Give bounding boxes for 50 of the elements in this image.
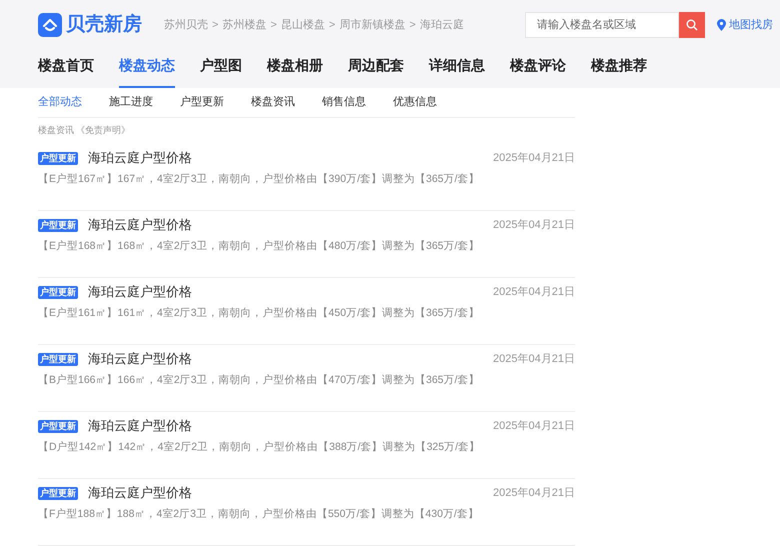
house-logo-icon xyxy=(38,13,62,37)
news-description: 【E户型161㎡】161㎡，4室2厅3卫，南朝向，户型价格由【450万/套】调整为【365万/套】 xyxy=(38,306,480,321)
nav-tab[interactable]: 楼盘动态 xyxy=(119,50,175,88)
news-description: 【F户型188㎡】188㎡，4室2厅3卫，南朝向，户型价格由【550万/套】调整为【430万/套】 xyxy=(38,507,480,522)
location-pin-icon xyxy=(717,19,726,31)
tag-badge: 户型更新 xyxy=(38,486,78,500)
news-date: 2025年04月21日 xyxy=(493,486,575,501)
search-icon xyxy=(686,19,698,31)
news-date: 2025年04月21日 xyxy=(493,418,575,434)
breadcrumb-separator: > xyxy=(212,18,218,33)
news-description: 【E户型167㎡】167㎡，4室2厅3卫，南朝向，户型价格由【390万/套】调整为【365万/套】 xyxy=(38,172,480,187)
news-date: 2025年04月21日 xyxy=(493,352,575,367)
news-title[interactable]: 海珀云庭户型价格 xyxy=(88,215,192,235)
news-date: 2025年04月21日 xyxy=(493,284,575,300)
filter-tab[interactable]: 楼盘资讯 xyxy=(251,94,295,111)
news-description: 【E户型168㎡】168㎡，4室2厅3卫，南朝向，户型价格由【480万/套】调整为【365万/套】 xyxy=(38,239,480,254)
nav-tab[interactable]: 楼盘相册 xyxy=(267,50,323,88)
filter-tab[interactable]: 户型更新 xyxy=(180,94,224,111)
news-title[interactable]: 海珀云庭户型价格 xyxy=(88,349,192,369)
search-button[interactable] xyxy=(679,12,705,38)
tag-badge: 户型更新 xyxy=(38,218,78,232)
breadcrumb-separator: > xyxy=(409,18,416,33)
breadcrumb-separator: > xyxy=(328,18,336,33)
logo-text: 贝壳新房 xyxy=(66,12,142,37)
filter-tab[interactable]: 销售信息 xyxy=(322,94,366,111)
filter-tab[interactable]: 全部动态 xyxy=(38,94,82,111)
nav-tab[interactable]: 详细信息 xyxy=(429,50,485,88)
filter-tab[interactable]: 施工进度 xyxy=(109,94,153,111)
news-date: 2025年04月21日 xyxy=(493,150,575,166)
tag-badge: 户型更新 xyxy=(38,352,78,366)
news-description: 【D户型142㎡】142㎡，4室2厅2卫，南朝向，户型价格由【388万/套】调整为【325万/套】 xyxy=(38,440,482,455)
breadcrumb-separator: > xyxy=(270,18,277,33)
filter-tab[interactable]: 优惠信息 xyxy=(393,94,437,111)
nav-tab[interactable]: 户型图 xyxy=(200,50,242,88)
nav-tab[interactable]: 楼盘推荐 xyxy=(591,50,647,88)
news-title[interactable]: 海珀云庭户型价格 xyxy=(88,148,192,168)
news-title[interactable]: 海珀云庭户型价格 xyxy=(88,483,192,503)
nav-tab[interactable]: 楼盘首页 xyxy=(38,50,94,88)
search-field[interactable]: 请输入楼盘名或区域 xyxy=(525,12,679,38)
news-description: 【B户型166㎡】166㎡，4室2厅3卫，南朝向，户型价格由【470万/套】调整为【365万/套】 xyxy=(38,373,480,388)
tag-badge: 户型更新 xyxy=(38,152,78,164)
news-title[interactable]: 海珀云庭户型价格 xyxy=(88,416,192,436)
nav-tab[interactable]: 楼盘评论 xyxy=(510,50,566,88)
nav-tab[interactable]: 周边配套 xyxy=(348,50,404,88)
section-label: 楼盘资讯 xyxy=(38,124,74,138)
map-search-link[interactable]: 地图找房 xyxy=(717,16,773,34)
news-title[interactable]: 海珀云庭户型价格 xyxy=(88,282,192,302)
tag-badge: 户型更新 xyxy=(38,420,78,432)
news-date: 2025年04月21日 xyxy=(493,218,575,233)
tag-badge: 户型更新 xyxy=(38,286,78,298)
